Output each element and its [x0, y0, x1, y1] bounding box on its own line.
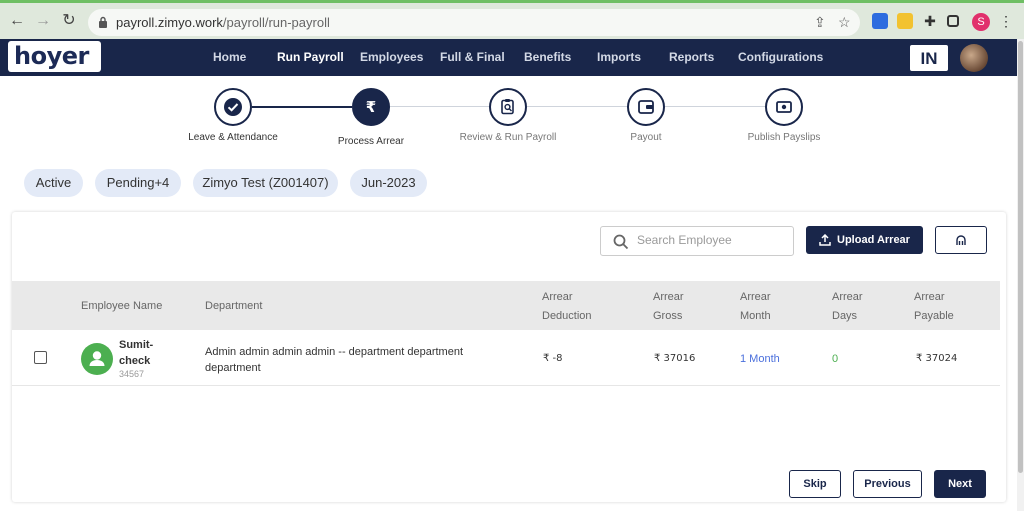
step-review-run-payroll[interactable] — [489, 88, 527, 126]
nav-configurations[interactable]: Configurations — [738, 39, 823, 76]
period-chip[interactable]: Jun-2023 — [350, 169, 427, 197]
nav-home[interactable]: Home — [213, 39, 246, 76]
step-label: Process Arrear — [337, 136, 405, 147]
row-checkbox[interactable] — [34, 351, 47, 364]
upload-arrear-label: Upload Arrear — [837, 234, 910, 246]
browser-toolbar: ← → ↻ payroll.zimyo.work/payroll/run-pay… — [0, 0, 1024, 39]
page-scrollbar[interactable] — [1017, 39, 1024, 511]
step-label: Leave & Attendance — [188, 132, 278, 143]
previous-button[interactable]: Previous — [853, 470, 922, 498]
wallet-icon — [638, 100, 654, 114]
nav-benefits[interactable]: Benefits — [524, 39, 571, 76]
col-arrear-gross: Arrear Gross — [653, 291, 684, 322]
arrear-deduction-value: ₹ -8 — [543, 353, 563, 364]
nav-imports[interactable]: Imports — [597, 39, 641, 76]
scrollbar-thumb[interactable] — [1018, 41, 1023, 473]
skip-button[interactable]: Skip — [789, 470, 841, 498]
app-header: hoyer Home Run Payroll Employees Full & … — [0, 39, 1017, 76]
share-icon[interactable]: ⇪ — [814, 14, 826, 31]
forward-icon[interactable]: → — [34, 12, 52, 30]
step-payout[interactable] — [627, 88, 665, 126]
col-employee-name: Employee Name — [81, 300, 163, 312]
search-icon — [613, 234, 629, 250]
step-publish-payslips[interactable] — [765, 88, 803, 126]
step-label: Payout — [630, 132, 662, 143]
nav-full-and-final[interactable]: Full & Final — [440, 39, 505, 76]
arrear-payable-value: ₹ 37024 — [916, 353, 958, 364]
reload-icon[interactable]: ↻ — [60, 12, 78, 30]
person-icon — [89, 351, 105, 366]
next-button[interactable]: Next — [934, 470, 986, 498]
nav-reports[interactable]: Reports — [669, 39, 714, 76]
nav-run-payroll[interactable]: Run Payroll — [277, 39, 344, 76]
step-connector — [665, 106, 766, 107]
pending-chip[interactable]: Pending+4 — [95, 169, 181, 197]
col-arrear-days: Arrear Days — [832, 291, 863, 322]
employee-avatar — [81, 343, 113, 375]
arrear-days-value: 0 — [832, 353, 839, 365]
col-arrear-payable: Arrear Payable — [914, 291, 954, 322]
clipboard-search-icon — [501, 99, 514, 115]
money-icon — [776, 101, 792, 113]
back-icon[interactable]: ← — [8, 12, 26, 30]
status-chip[interactable]: Active — [24, 169, 83, 197]
rupee-icon: ₹ — [365, 98, 377, 116]
step-label: Review & Run Payroll — [459, 132, 557, 143]
col-arrear-month: Arrear Month — [740, 291, 771, 322]
filter-icon — [956, 235, 966, 245]
check-circle-icon — [224, 98, 242, 116]
extension-icon[interactable] — [897, 13, 913, 29]
browser-profile-avatar[interactable]: S — [972, 13, 990, 31]
search-box[interactable] — [600, 226, 794, 256]
step-connector — [252, 106, 352, 108]
upload-icon — [819, 234, 831, 246]
user-avatar[interactable] — [960, 44, 988, 72]
url-text: payroll.zimyo.work/payroll/run-payroll — [116, 15, 330, 30]
step-label: Publish Payslips — [747, 132, 821, 143]
search-input[interactable] — [637, 233, 787, 247]
nav-employees[interactable]: Employees — [360, 39, 423, 76]
address-bar[interactable]: payroll.zimyo.work/payroll/run-payroll ⇪… — [88, 9, 860, 36]
menu-dots-icon[interactable]: ⋮ — [998, 13, 1014, 29]
filter-button[interactable] — [935, 226, 987, 254]
star-icon[interactable]: ☆ — [838, 14, 851, 31]
arrear-gross-value: ₹ 37016 — [654, 353, 696, 364]
step-process-arrear[interactable]: ₹ — [352, 88, 390, 126]
extension-icon[interactable] — [872, 13, 888, 29]
company-chip[interactable]: Zimyo Test (Z001407) — [193, 169, 338, 197]
step-connector — [527, 106, 628, 107]
brand-logo[interactable]: hoyer — [8, 41, 101, 72]
step-leave-attendance[interactable] — [214, 88, 252, 126]
upload-arrear-button[interactable]: Upload Arrear — [806, 226, 923, 254]
table-row[interactable] — [12, 330, 1000, 386]
country-badge[interactable]: IN — [910, 45, 948, 71]
employee-department: Admin admin admin admin -- department de… — [205, 346, 464, 374]
col-arrear-deduction: Arrear Deduction — [542, 291, 592, 322]
col-department: Department — [205, 300, 263, 312]
puzzle-icon[interactable]: ✚ — [922, 13, 938, 29]
step-connector — [390, 106, 491, 107]
arrear-month-link[interactable]: 1 Month — [740, 353, 780, 365]
employee-id: 34567 — [119, 369, 145, 379]
lock-icon — [99, 16, 107, 28]
sidepanel-icon[interactable] — [947, 15, 959, 27]
employee-name[interactable]: Sumit-check — [119, 337, 153, 369]
